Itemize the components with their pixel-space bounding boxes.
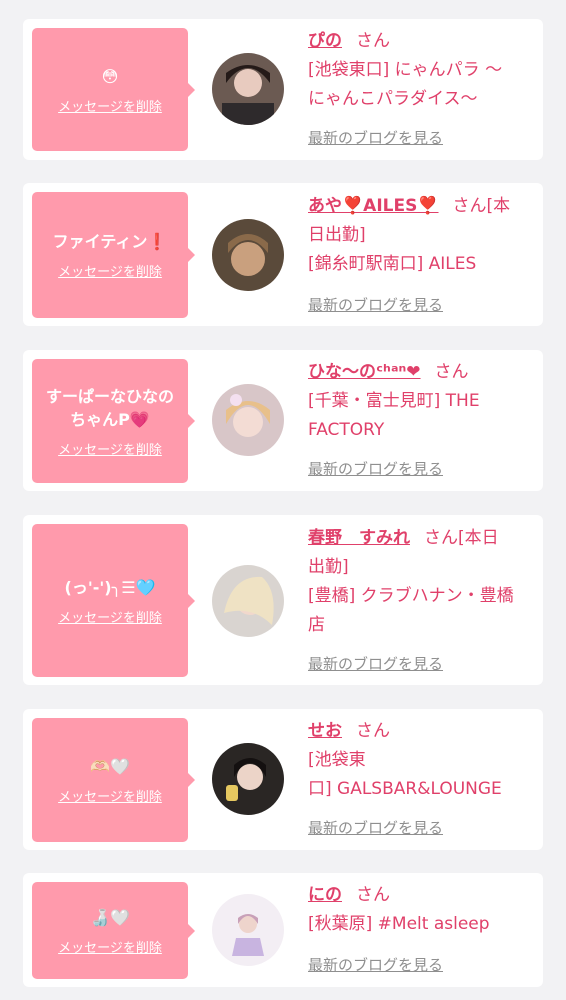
message-card: (っ'-')╮☰🩵 メッセージを削除 春野 すみれ さん[本日 出勤] [豊橋] … — [23, 515, 543, 685]
shop-line: [池袋東 — [308, 750, 366, 770]
message-text: (っ'-')╮☰🩵 — [64, 577, 156, 597]
message-card: 😳 メッセージを削除 ぴの さん [池袋東口] にゃんパラ 〜 にゃんこパラダイス… — [23, 19, 543, 160]
message-text: 🍶🤍 — [90, 907, 130, 927]
avatar[interactable] — [212, 565, 284, 637]
latest-blog-link[interactable]: 最新のブログを見る — [308, 127, 443, 148]
user-info: 春野 すみれ さん[本日 出勤] [豊橋] クラブハナン・豊橋 店 — [308, 524, 538, 640]
shop-line: 日出勤] — [308, 225, 366, 245]
honorific: さん[本日 — [424, 528, 499, 548]
user-name-link[interactable]: せお — [308, 721, 342, 741]
honorific: さん — [356, 885, 390, 905]
user-name-link[interactable]: 春野 すみれ — [308, 528, 410, 548]
latest-blog-link[interactable]: 最新のブログを見る — [308, 458, 443, 479]
shop-line: にゃんこパラダイス〜 — [308, 89, 478, 109]
user-info: ひな〜のᶜʰᵃⁿ❤ さん [千葉・富士見町] THE FACTORY — [308, 358, 538, 445]
user-name-link[interactable]: にの — [308, 885, 342, 905]
shop-line: [錦糸町駅南口] AILES — [308, 254, 477, 274]
message-bubble: 😳 メッセージを削除 — [32, 28, 195, 151]
honorific: さん[本 — [452, 196, 511, 216]
honorific: さん — [356, 31, 390, 51]
latest-blog-link[interactable]: 最新のブログを見る — [308, 954, 443, 975]
delete-message-link[interactable]: メッセージを削除 — [58, 96, 162, 115]
user-name-link[interactable]: ぴの — [308, 31, 342, 51]
message-bubble: ファイティン❗ メッセージを削除 — [32, 192, 195, 318]
delete-message-link[interactable]: メッセージを削除 — [58, 261, 162, 280]
shop-line: [秋葉原] #Melt asleep — [308, 914, 490, 934]
message-card: 🫶🏻🤍 メッセージを削除 せお さん [池袋東 口] GALSBAR&LOUNGE… — [23, 709, 543, 850]
avatar[interactable] — [212, 384, 284, 456]
message-card: 🍶🤍 メッセージを削除 にの さん [秋葉原] #Melt asleep 最新のブ… — [23, 873, 543, 987]
shop-line: FACTORY — [308, 420, 385, 440]
user-name-link[interactable]: ひな〜のᶜʰᵃⁿ❤ — [308, 362, 421, 382]
latest-blog-link[interactable]: 最新のブログを見る — [308, 653, 443, 674]
avatar[interactable] — [212, 894, 284, 966]
user-info: ぴの さん [池袋東口] にゃんパラ 〜 にゃんこパラダイス〜 — [308, 27, 538, 114]
user-info: あや❣️AILES❣️ さん[本 日出勤] [錦糸町駅南口] AILES — [308, 192, 538, 279]
avatar[interactable] — [212, 743, 284, 815]
message-bubble: (っ'-')╮☰🩵 メッセージを削除 — [32, 524, 195, 677]
message-text-line: すーぱーなひなの — [45, 386, 174, 406]
user-name-link[interactable]: あや❣️AILES❣️ — [308, 196, 439, 216]
shop-line: [千葉・富士見町] THE — [308, 391, 480, 411]
shop-line: 店 — [308, 615, 325, 635]
honorific: さん — [434, 362, 469, 382]
latest-blog-link[interactable]: 最新のブログを見る — [308, 294, 443, 315]
message-bubble: 🍶🤍 メッセージを削除 — [32, 882, 195, 979]
message-text: 😳 — [101, 66, 119, 86]
message-bubble: すーぱーなひなの ちゃんP💗 メッセージを削除 — [32, 359, 195, 483]
delete-message-link[interactable]: メッセージを削除 — [58, 786, 162, 805]
user-info: にの さん [秋葉原] #Melt asleep — [308, 881, 538, 939]
message-card: ファイティン❗ メッセージを削除 あや❣️AILES❣️ さん[本 日出勤] [錦… — [23, 183, 543, 326]
shop-line: [池袋東口] にゃんパラ 〜 — [308, 60, 503, 80]
message-text: ファイティン❗ — [52, 232, 168, 251]
honorific: さん — [356, 721, 390, 741]
delete-message-link[interactable]: メッセージを削除 — [58, 439, 162, 458]
shop-line: 出勤] — [308, 557, 349, 577]
avatar[interactable] — [212, 53, 284, 125]
shop-line: 口] GALSBAR&LOUNGE — [308, 779, 502, 799]
message-bubble: 🫶🏻🤍 メッセージを削除 — [32, 718, 195, 842]
shop-line: [豊橋] クラブハナン・豊橋 — [308, 586, 514, 606]
delete-message-link[interactable]: メッセージを削除 — [58, 607, 162, 626]
latest-blog-link[interactable]: 最新のブログを見る — [308, 817, 443, 838]
delete-message-link[interactable]: メッセージを削除 — [58, 937, 162, 956]
user-info: せお さん [池袋東 口] GALSBAR&LOUNGE — [308, 717, 538, 804]
message-text: 🫶🏻🤍 — [90, 757, 130, 776]
message-card: すーぱーなひなの ちゃんP💗 メッセージを削除 ひな〜のᶜʰᵃⁿ❤ さん [千葉・… — [23, 350, 543, 491]
message-text-line: ちゃんP💗 — [70, 409, 150, 429]
avatar[interactable] — [212, 219, 284, 291]
